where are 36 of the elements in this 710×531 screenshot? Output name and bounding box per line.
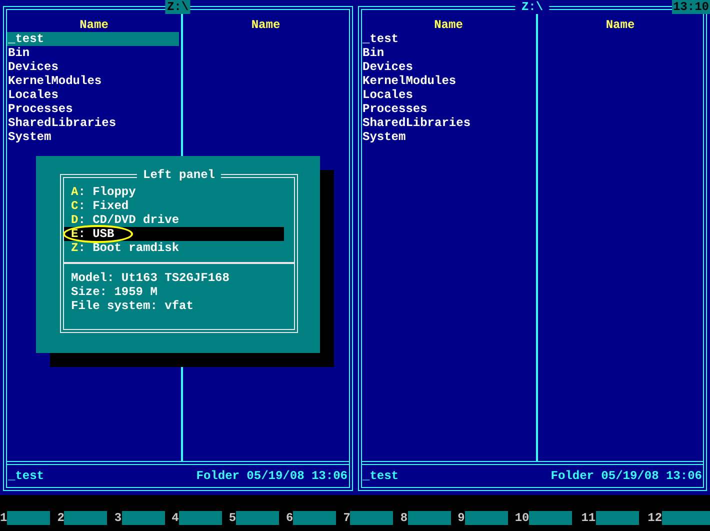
footer-file-info: Folder 05/19/08 13:06: [196, 469, 348, 483]
dialog-title: Left panel: [137, 168, 221, 182]
clock: 13:10: [672, 0, 710, 14]
drive-option[interactable]: C: Fixed: [64, 199, 284, 213]
file-row[interactable]: Devices: [362, 60, 534, 74]
file-row[interactable]: KernelModules: [362, 74, 534, 88]
file-row[interactable]: System: [7, 130, 179, 144]
device-info-line: Model: Ut163 TS2GJF168: [70, 271, 230, 285]
footer-filename: _test: [8, 469, 44, 483]
file-row[interactable]: System: [362, 130, 534, 144]
panel-path: Z:\: [515, 0, 550, 14]
file-row[interactable]: Bin: [7, 46, 179, 60]
column-heading: Name: [606, 18, 635, 32]
file-row[interactable]: KernelModules: [7, 74, 179, 88]
device-info-line: Size: 1959 M: [70, 285, 158, 299]
file-row[interactable]: Bin: [362, 46, 534, 60]
file-row[interactable]: Processes: [7, 102, 179, 116]
panel-path: Z:\: [164, 0, 191, 14]
drive-option[interactable]: A: Floppy: [64, 185, 284, 199]
file-row[interactable]: Locales: [362, 88, 534, 102]
file-row[interactable]: SharedLibraries: [7, 116, 179, 130]
file-row[interactable]: Devices: [7, 60, 179, 74]
file-row[interactable]: SharedLibraries: [362, 116, 534, 130]
footer-file-info: Folder 05/19/08 13:06: [550, 469, 702, 483]
drive-option[interactable]: D: CD/DVD drive: [64, 213, 284, 227]
device-info-line: File system: vfat: [70, 299, 194, 313]
drive-option[interactable]: E: USB: [64, 227, 284, 241]
file-row[interactable]: Locales: [7, 88, 179, 102]
column-heading: Name: [80, 18, 108, 32]
file-row[interactable]: _test: [362, 32, 534, 46]
drive-option[interactable]: Z: Boot ramdisk: [64, 241, 284, 255]
column-heading: Name: [434, 18, 463, 32]
column-heading: Name: [251, 18, 280, 32]
file-row[interactable]: _test: [7, 32, 179, 46]
file-row[interactable]: Processes: [362, 102, 534, 116]
footer-filename: _test: [362, 469, 399, 483]
